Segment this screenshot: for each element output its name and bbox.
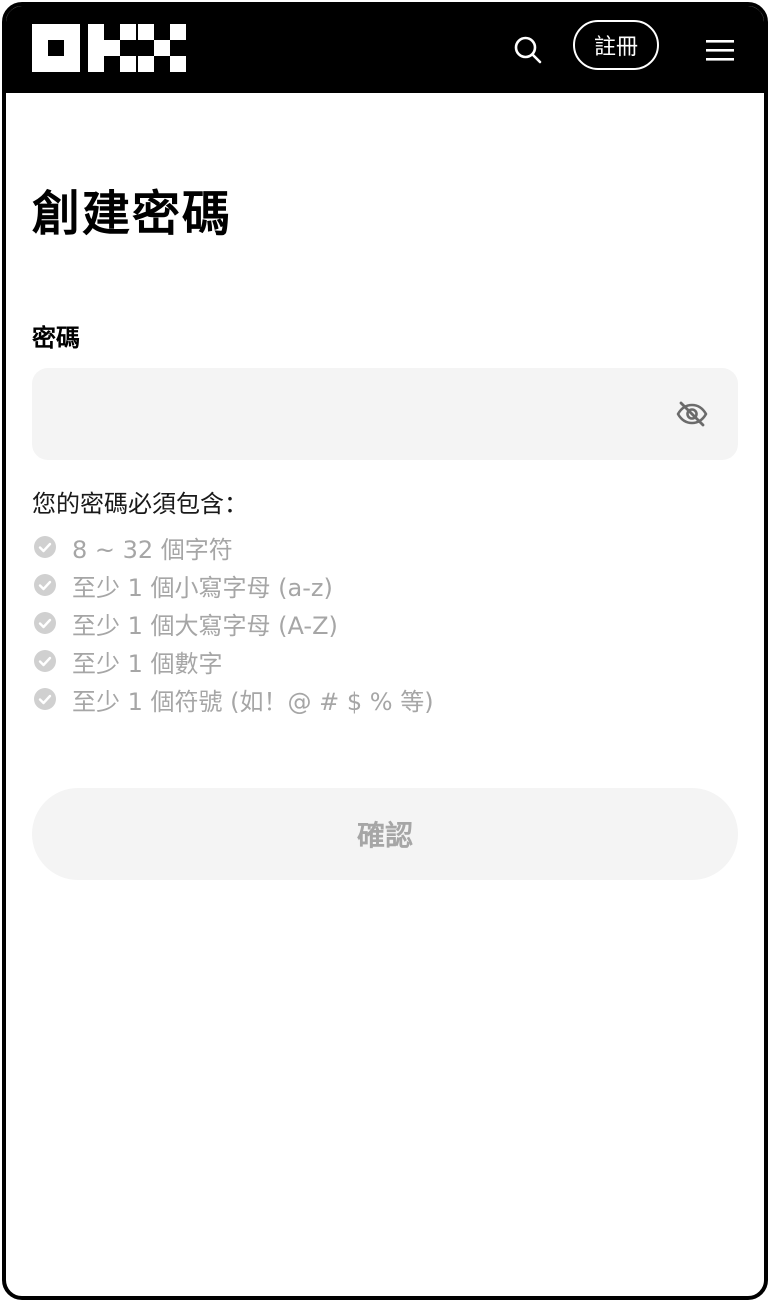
search-button[interactable] <box>508 30 548 70</box>
check-circle-icon <box>32 572 58 598</box>
requirement-label: 至少 1 個小寫字母 (a-z) <box>72 573 333 602</box>
password-input[interactable] <box>52 368 656 462</box>
requirement-uppercase: 至少 1 個大寫字母 (A-Z) <box>32 604 434 642</box>
eye-slash-icon <box>676 401 708 427</box>
top-nav-bar: 註冊 <box>6 6 764 93</box>
requirement-length: 8 ~ 32 個字符 <box>32 528 434 566</box>
password-label: 密碼 <box>32 324 80 352</box>
check-circle-icon <box>32 610 58 636</box>
toggle-visibility-button[interactable] <box>672 394 712 434</box>
requirement-label: 至少 1 個符號 (如！@ # $ % 等) <box>72 687 434 716</box>
search-icon <box>514 36 542 64</box>
check-circle-icon <box>32 534 58 560</box>
confirm-button[interactable]: 確認 <box>32 788 738 880</box>
requirements-heading: 您的密碼必須包含： <box>32 490 248 518</box>
page-title: 創建密碼 <box>32 186 233 242</box>
requirement-label: 至少 1 個大寫字母 (A-Z) <box>72 611 338 640</box>
requirement-label: 至少 1 個數字 <box>72 649 223 678</box>
register-button[interactable]: 註冊 <box>573 20 659 70</box>
check-circle-icon <box>32 648 58 674</box>
menu-button[interactable] <box>698 30 742 70</box>
requirement-symbol: 至少 1 個符號 (如！@ # $ % 等) <box>32 680 434 718</box>
hamburger-menu-icon <box>706 40 734 61</box>
requirement-lowercase: 至少 1 個小寫字母 (a-z) <box>32 566 434 604</box>
requirement-label: 8 ~ 32 個字符 <box>72 535 233 564</box>
check-circle-icon <box>32 686 58 712</box>
requirement-digit: 至少 1 個數字 <box>32 642 434 680</box>
okx-logo[interactable] <box>32 24 186 72</box>
requirements-list: 8 ~ 32 個字符 至少 1 個小寫字母 (a-z) 至少 1 個大寫字母 (… <box>32 528 434 718</box>
app-frame: 註冊 創建密碼 密碼 您的密碼必須包含： 8 ~ 32 個字符 至少 1 個小寫… <box>2 2 768 1300</box>
password-field-container <box>32 368 738 462</box>
